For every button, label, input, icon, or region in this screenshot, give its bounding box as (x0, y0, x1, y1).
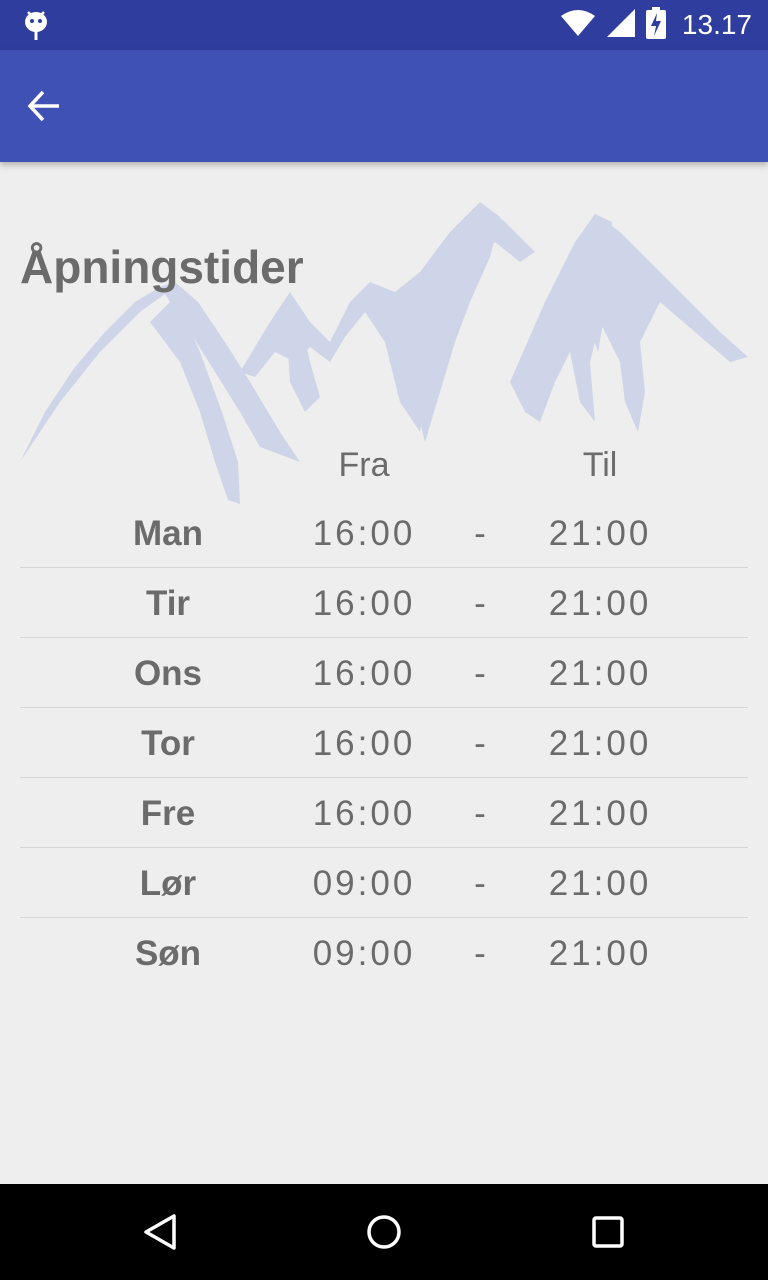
page-title: Åpningstider (20, 241, 304, 293)
content-area: Åpningstider Fra Til Man 16:00 - 21:00 T… (0, 162, 768, 1184)
from-time: 16:00 (312, 654, 416, 693)
from-time: 16:00 (312, 794, 416, 833)
battery-charging-icon (645, 6, 666, 44)
back-button[interactable] (22, 84, 66, 128)
from-time: 16:00 (312, 584, 416, 623)
to-time: 21:00 (548, 864, 652, 903)
nav-recents-button[interactable] (584, 1208, 632, 1256)
range-separator: - (474, 934, 486, 973)
table-row: Ons 16:00 - 21:00 (20, 638, 748, 708)
nav-back-button[interactable] (136, 1208, 184, 1256)
from-time: 09:00 (312, 864, 416, 903)
column-header-from: Fra (338, 446, 390, 484)
day-label: Tor (141, 724, 195, 763)
day-label: Fre (140, 794, 196, 833)
to-time: 21:00 (548, 724, 652, 763)
to-time: 21:00 (548, 584, 652, 623)
to-time: 21:00 (548, 654, 652, 693)
nav-home-icon (367, 1215, 401, 1249)
table-row: Man 16:00 - 21:00 (20, 498, 748, 568)
system-nav-bar (0, 1184, 768, 1280)
range-separator: - (474, 654, 486, 693)
nav-back-icon (144, 1214, 176, 1250)
from-time: 09:00 (312, 934, 416, 973)
day-label: Søn (134, 934, 202, 973)
status-bar: 13.17 (0, 0, 768, 50)
range-separator: - (474, 584, 486, 623)
nav-recents-icon (592, 1216, 624, 1248)
status-icons: 13.17 (560, 0, 752, 50)
opening-hours-table: Man 16:00 - 21:00 Tir 16:00 - 21:00 Ons … (20, 498, 748, 988)
from-time: 16:00 (312, 724, 416, 763)
range-separator: - (474, 514, 486, 553)
table-row: Fre 16:00 - 21:00 (20, 778, 748, 848)
from-time: 16:00 (312, 514, 416, 553)
to-time: 21:00 (548, 514, 652, 553)
to-time: 21:00 (548, 934, 652, 973)
day-label: Tir (145, 584, 191, 623)
android-debug-icon (22, 9, 50, 46)
table-row: Tor 16:00 - 21:00 (20, 708, 748, 778)
table-row: Tir 16:00 - 21:00 (20, 568, 748, 638)
day-label: Man (133, 514, 203, 553)
wifi-icon (560, 9, 596, 42)
status-time: 13.17 (681, 9, 752, 40)
day-label: Ons (133, 654, 203, 693)
range-separator: - (474, 724, 486, 763)
day-label: Lør (139, 864, 197, 903)
table-row: Søn 09:00 - 21:00 (20, 918, 748, 988)
table-row: Lør 09:00 - 21:00 (20, 848, 748, 918)
range-separator: - (474, 864, 486, 903)
to-time: 21:00 (548, 794, 652, 833)
arrow-back-icon (27, 90, 59, 122)
column-header-to: Til (582, 446, 618, 484)
cell-signal-icon (606, 8, 636, 43)
range-separator: - (474, 794, 486, 833)
nav-home-button[interactable] (360, 1208, 408, 1256)
app-bar (0, 50, 768, 162)
